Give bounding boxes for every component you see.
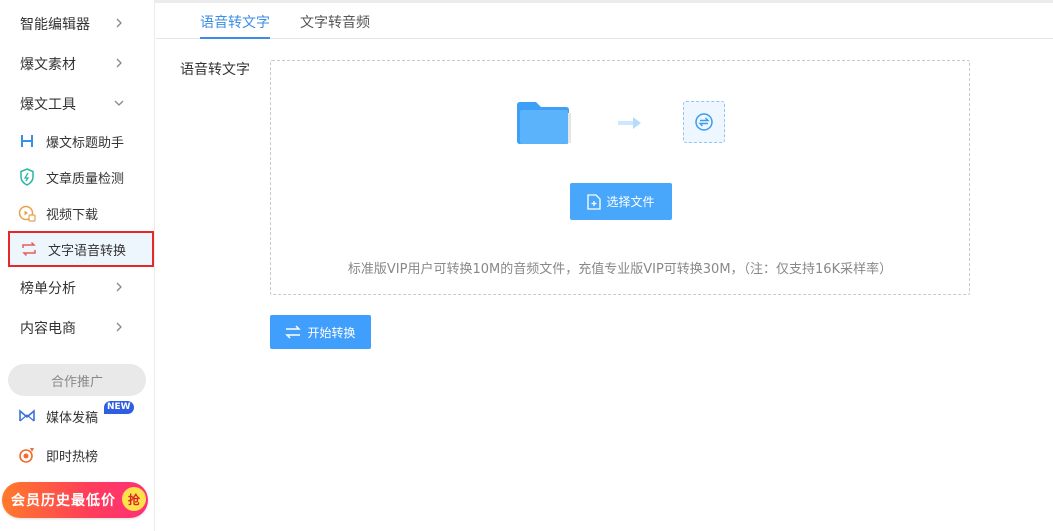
chevron-down-icon <box>114 100 124 106</box>
sidebar-item-ranking[interactable]: 榜单分析 <box>0 268 155 308</box>
sidebar-subitem-quality-check[interactable]: 文章质量检测 <box>0 159 155 195</box>
folder-icon <box>517 102 571 144</box>
sidebar-item-label: 榜单分析 <box>20 281 76 297</box>
sidebar-subitem-text-speech-convert[interactable]: 文字语音转换 <box>8 231 154 267</box>
shield-check-icon <box>17 167 37 187</box>
sidebar-item-label: 内容电商 <box>20 321 76 337</box>
sidebar-item-hot-tools[interactable]: 爆文工具 <box>0 84 155 124</box>
start-convert-label: 开始转换 <box>307 325 356 340</box>
h-letter-icon <box>17 131 37 151</box>
tab-bar: 语音转文字 文字转音频 <box>156 3 1053 39</box>
fire-target-icon <box>17 445 37 465</box>
vip-banner-label: 会员历史最低价 <box>11 493 116 509</box>
sidebar-item-hot-material[interactable]: 爆文素材 <box>0 44 155 84</box>
sidebar-subitem-title-helper[interactable]: 爆文标题助手 <box>0 123 155 159</box>
sidebar-item-label: 媒体发稿 <box>46 410 99 426</box>
convert-target-icon <box>683 101 725 143</box>
tab-text-to-audio[interactable]: 文字转音频 <box>300 12 370 32</box>
tab-speech-to-text[interactable]: 语音转文字 <box>200 12 270 32</box>
select-file-button[interactable]: 选择文件 <box>570 183 672 220</box>
sidebar-item-hot-list[interactable]: 即时热榜 <box>0 437 155 473</box>
vip-promo-banner[interactable]: 会员历史最低价 抢 <box>2 482 148 518</box>
arrow-right-icon <box>618 117 641 129</box>
chevron-right-icon <box>116 58 122 68</box>
grab-deal-badge: 抢 <box>122 487 146 511</box>
upload-hint-text: 标准版VIP用户可转换10M的音频文件，充值专业版VIP可转换30M，（注：仅支… <box>347 262 893 277</box>
chevron-right-icon <box>116 18 122 28</box>
select-file-label: 选择文件 <box>606 195 655 209</box>
sidebar-subitem-label: 文字语音转换 <box>48 243 127 259</box>
sidebar-item-ecommerce[interactable]: 内容电商 <box>0 308 155 348</box>
video-download-icon <box>17 203 37 223</box>
form-label: 语音转文字 <box>180 62 250 78</box>
media-m-icon <box>17 406 37 426</box>
sidebar-item-label: 爆文工具 <box>20 97 76 113</box>
sidebar-subitem-label: 文章质量检测 <box>46 171 125 187</box>
sidebar-item-label: 智能编辑器 <box>20 17 90 33</box>
start-convert-button[interactable]: 开始转换 <box>270 315 371 349</box>
sidebar-item-label: 爆文素材 <box>20 57 76 73</box>
promo-section-label: 合作推广 <box>8 364 146 396</box>
file-drop-zone[interactable]: 选择文件 标准版VIP用户可转换10M的音频文件，充值专业版VIP可转换30M，… <box>270 60 970 295</box>
sidebar-subitem-label: 爆文标题助手 <box>46 135 125 151</box>
app-window: 智能编辑器 爆文素材 爆文工具 爆文标题助手 文章质量检测 视频下载 文字语音转… <box>0 0 1053 531</box>
file-add-icon <box>587 193 602 210</box>
chevron-right-icon <box>116 282 122 292</box>
sidebar-subitem-video-download[interactable]: 视频下载 <box>0 195 155 231</box>
chevron-right-icon <box>116 322 122 332</box>
sidebar-item-smart-editor[interactable]: 智能编辑器 <box>0 4 155 44</box>
sidebar-item-label: 即时热榜 <box>46 449 99 465</box>
active-tab-indicator <box>200 37 270 39</box>
convert-icon <box>19 239 39 259</box>
swap-arrows-icon <box>285 325 302 339</box>
sidebar-subitem-label: 视频下载 <box>46 207 99 223</box>
sidebar: 智能编辑器 爆文素材 爆文工具 爆文标题助手 文章质量检测 视频下载 文字语音转… <box>0 0 155 531</box>
new-badge: NEW <box>104 401 134 414</box>
